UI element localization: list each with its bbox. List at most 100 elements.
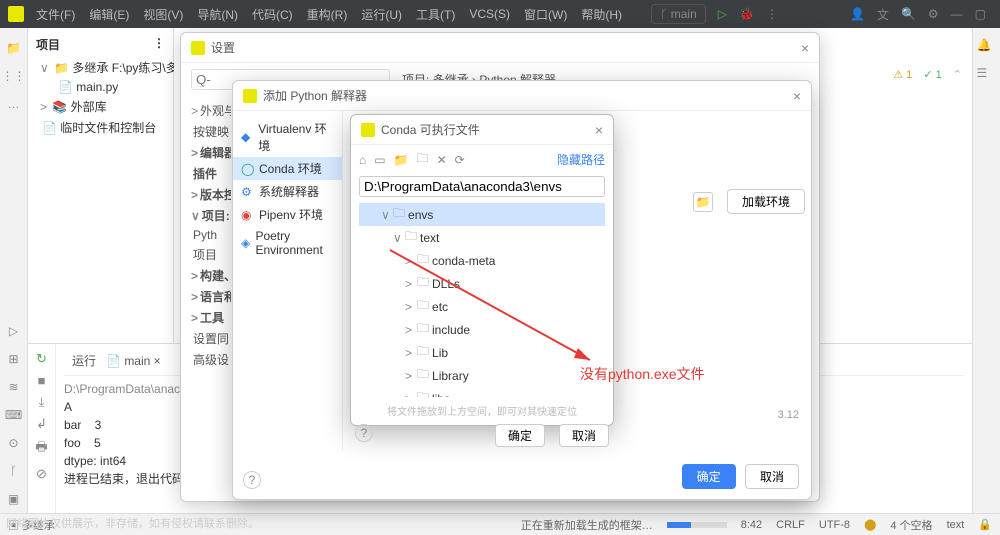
interpreter-type-item[interactable]: ◉Pipenv 环境 [233,203,342,226]
status-enc[interactable]: UTF-8 [819,519,850,531]
services-icon[interactable]: ▣ [4,489,24,509]
chooser-tree-item[interactable]: >🗀 Library [359,364,605,387]
settings-tree-item[interactable]: 项目 [191,244,231,265]
refresh-icon[interactable]: ⟳ [455,153,465,167]
chooser-tree-item[interactable]: ∨🗀 envs [359,203,605,226]
maximize-icon[interactable]: ▢ [975,7,986,21]
more-run-icon[interactable]: ⋮ [766,7,778,21]
settings-tree-item[interactable]: 设置同 [191,328,231,349]
settings-tree-item[interactable]: >构建、 [191,265,231,286]
interpreter-type-item[interactable]: ⚙系统解释器 [233,180,342,203]
settings-tree-item[interactable]: 插件 [191,163,231,184]
status-pos[interactable]: 8:42 [741,519,762,531]
path-input[interactable] [359,176,605,197]
settings-icon[interactable]: ⚙ [928,7,939,21]
tree-item[interactable]: > 📚 外部库 [28,96,173,117]
print-icon[interactable]: 🖶 [35,438,47,460]
chooser-help-icon[interactable]: ? [355,424,373,442]
settings-tree-item[interactable]: ∨项目: 多 [191,205,231,226]
menu-file[interactable]: 文件(F) [36,6,75,23]
hide-path-link[interactable]: 隐藏路径 [557,151,605,168]
bookmarks-icon[interactable]: … [4,94,24,114]
run-tab[interactable]: 📄 main × [106,354,161,368]
search-icon[interactable]: 🔍 [901,7,916,21]
settings-tree-item[interactable]: >工具 [191,307,231,328]
problems-icon[interactable]: ⊙ [4,433,24,453]
settings-tree-item[interactable]: 高级设 [191,349,231,370]
settings-tree-item[interactable]: Pyth [191,226,231,244]
menu-edit[interactable]: 编辑(E) [89,6,129,23]
layers-icon[interactable]: ≋ [4,377,24,397]
menu-view[interactable]: 视图(V) [143,6,183,23]
menu-nav[interactable]: 导航(N) [197,6,238,23]
desktop-icon[interactable]: ▭ [374,153,385,167]
tree-item[interactable]: 📄 临时文件和控制台 [28,117,173,138]
chooser-tree-item[interactable]: ∨🗀 text [359,226,605,249]
tree-item[interactable]: 📄 main.py [28,78,173,96]
home-icon[interactable]: ⌂ [359,153,366,167]
interpreter-type-item[interactable]: ◆Virtualenv 环境 [233,117,342,157]
tree-item[interactable]: ∨ 📁 多继承 F:\py练习\多继承 [28,57,173,78]
browse-folder-icon[interactable]: 📁 [693,192,713,212]
new-folder-icon[interactable]: 🗀 [417,149,429,170]
interpreter-type-item[interactable]: ◈Poetry Environment [233,226,342,260]
soft-wrap-icon[interactable]: ↲ [36,416,47,432]
project-dir-icon[interactable]: 📁 [394,153,409,167]
menu-vcs[interactable]: VCS(S) [469,7,510,21]
chooser-tree-item[interactable]: >🗀 libs [359,387,605,397]
menu-code[interactable]: 代码(C) [252,6,293,23]
settings-close-icon[interactable]: × [801,40,809,56]
structure-icon[interactable]: ⋮⋮ [4,66,24,86]
stop-icon[interactable]: ■ [38,373,46,388]
status-crlf[interactable]: CRLF [776,519,805,531]
chooser-tree-item[interactable]: >🗀 Lib [359,341,605,364]
help-icon[interactable]: ? [243,471,261,489]
settings-tree-item[interactable]: >版本控 [191,184,231,205]
chooser-tree[interactable]: ∨🗀 envs∨🗀 text>🗀 conda-meta>🗀 DLLs>🗀 etc… [359,203,605,397]
notifications-icon[interactable]: 🔔 [977,38,997,58]
menu-window[interactable]: 窗口(W) [524,6,567,23]
load-env-button[interactable]: 加载环境 [727,189,805,214]
run-icon[interactable]: ▷ [718,7,727,21]
settings-tree-item[interactable]: >语言和 [191,286,231,307]
addinterp-close-icon[interactable]: × [793,88,801,104]
status-spaces[interactable]: 4 个空格 [890,517,932,533]
python-console-icon[interactable]: ⊞ [4,349,24,369]
rerun-icon[interactable]: ↻ [36,351,47,367]
translate-icon[interactable]: 文 [877,6,889,23]
user-icon[interactable]: 👤 [850,7,865,21]
settings-tree-item[interactable]: >编辑器 [191,142,231,163]
settings-tree-item[interactable]: 按键映 [191,121,231,142]
menu-tools[interactable]: 工具(T) [416,6,455,23]
addinterp-ok-button[interactable]: 确定 [682,464,736,489]
chooser-close-icon[interactable]: × [595,122,603,138]
scroll-icon[interactable]: ⤓ [39,394,45,410]
debug-icon[interactable]: 🐞 [739,7,754,21]
settings-tree-item[interactable]: >外观与 [191,100,231,121]
chooser-cancel-button[interactable]: 取消 [559,424,609,447]
interpreter-type-list[interactable]: ◆Virtualenv 环境◯Conda 环境⚙系统解释器◉Pipenv 环境◈… [233,111,343,451]
git-branch[interactable]: ᚴ main [651,4,706,24]
project-icon[interactable]: 📁 [4,38,24,58]
addinterp-cancel-button[interactable]: 取消 [745,464,799,489]
chooser-tree-item[interactable]: >🗀 DLLs [359,272,605,295]
menu-refactor[interactable]: 重构(R) [307,6,348,23]
settings-tree[interactable]: >外观与按键映>编辑器插件>版本控∨项目: 多Pyth项目>构建、>语言和>工具… [181,96,231,476]
database-icon[interactable]: ☰ [977,66,997,86]
chooser-tree-item[interactable]: >🗀 etc [359,295,605,318]
panel-collapse-icon[interactable]: ⋮ [153,36,165,53]
clear-icon[interactable]: ⊘ [36,466,47,482]
delete-icon[interactable]: ✕ [437,153,447,167]
menu-run[interactable]: 运行(U) [361,6,402,23]
status-env[interactable]: text [947,519,965,531]
menu-help[interactable]: 帮助(H) [581,6,622,23]
run-tool-icon[interactable]: ▷ [4,321,24,341]
interpreter-type-item[interactable]: ◯Conda 环境 [233,157,342,180]
chooser-ok-button[interactable]: 确定 [495,424,545,447]
chooser-tree-item[interactable]: >🗀 include [359,318,605,341]
terminal-icon[interactable]: ⌨ [4,405,24,425]
git-icon[interactable]: ᚴ [4,461,24,481]
inspection-widget[interactable]: ⚠ 1 ✓ 1 ⌃ [885,68,962,81]
chooser-tree-item[interactable]: >🗀 conda-meta [359,249,605,272]
minimize-icon[interactable]: — [951,7,963,21]
